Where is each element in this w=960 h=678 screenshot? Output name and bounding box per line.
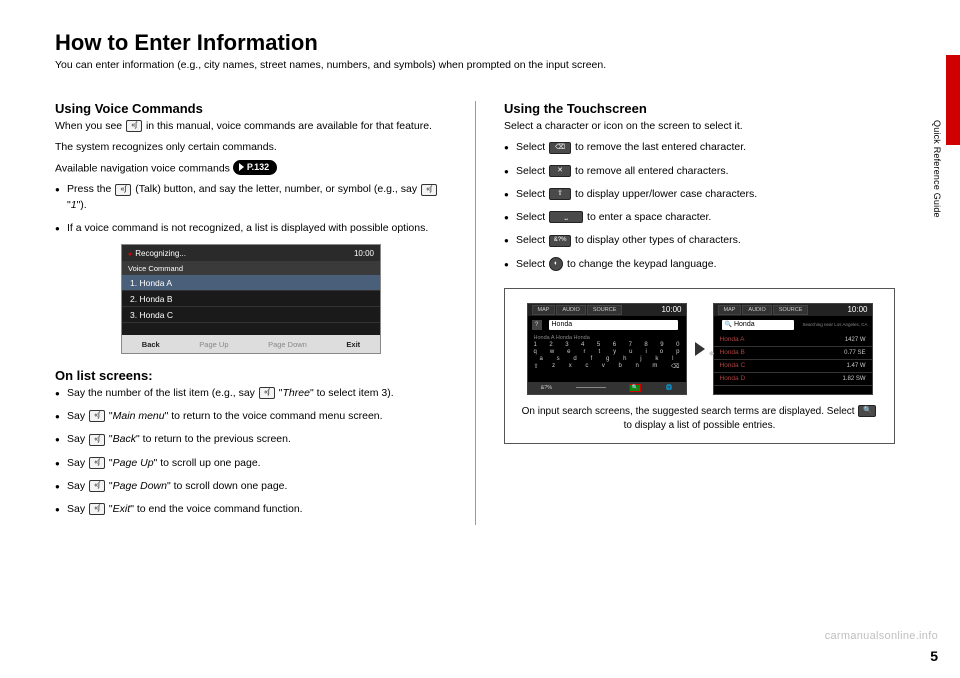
- watermark: carmanualsonline.info: [825, 630, 938, 642]
- talk-icon: «ʃ: [115, 184, 131, 196]
- globe-icon: ◐: [549, 257, 563, 271]
- talk-icon: «ʃ: [421, 184, 437, 196]
- touchscreen-figure: MAPAUDIOSOURCE 10:00 ? Honda Honda A Hon…: [504, 288, 895, 444]
- page-ref-link[interactable]: P.132: [233, 160, 277, 175]
- talk-icon: «ʃ: [89, 457, 105, 469]
- touch-bullet-6: Select ◐ to change the keypad language.: [504, 257, 895, 272]
- talk-icon: «ʃ: [259, 387, 275, 399]
- arrow-icon: [695, 342, 705, 356]
- page-title: How to Enter Information: [55, 30, 910, 56]
- talk-icon: «ʃ: [89, 503, 105, 515]
- voice-bullet-1: Press the «ʃ (Talk) button, and say the …: [55, 182, 447, 212]
- results-screenshot: ◆ MAPAUDIOSOURCE 10:00 🔍Honda Searching …: [713, 303, 873, 395]
- talk-icon: «ʃ: [89, 480, 105, 492]
- list-bullet-3: Say «ʃ "Back" to return to the previous …: [55, 432, 447, 447]
- list-bullet-4: Say «ʃ "Page Up" to scroll up one page.: [55, 456, 447, 471]
- talk-icon: «ʃ: [89, 410, 105, 422]
- clear-icon: ✕: [549, 165, 571, 177]
- voice-heading: Using Voice Commands: [55, 101, 447, 116]
- list-bullet-5: Say «ʃ "Page Down" to scroll down one pa…: [55, 479, 447, 494]
- vshot-row-3: 3. Honda C: [122, 307, 380, 323]
- symbols-icon: &?%: [549, 235, 571, 247]
- list-heading: On list screens:: [55, 368, 447, 383]
- delete-icon: ⌫: [549, 142, 571, 154]
- touch-bullet-3: Select ⇧ to display upper/lower case cha…: [504, 187, 895, 202]
- voice-line2a: The system recognizes only certain comma…: [55, 140, 447, 155]
- voice-line2b: Available navigation voice commands P.13…: [55, 160, 447, 177]
- touch-bullet-4: Select ⎵ to enter a space character.: [504, 210, 895, 225]
- shift-icon: ⇧: [549, 188, 571, 200]
- talk-icon: «ʃ: [89, 434, 105, 446]
- touch-intro: Select a character or icon on the screen…: [504, 119, 895, 134]
- list-bullet-2: Say «ʃ "Main menu" to return to the voic…: [55, 409, 447, 424]
- talk-icon: «ʃ: [126, 120, 142, 132]
- touch-heading: Using the Touchscreen: [504, 101, 895, 116]
- page-number: 5: [930, 648, 938, 664]
- vshot-row-1: 1. Honda A: [122, 275, 380, 291]
- figure-caption: On input search screens, the suggested s…: [517, 405, 882, 433]
- space-icon: ⎵: [549, 211, 583, 223]
- voice-command-screenshot: ●Recognizing... 10:00 Voice Command 1. H…: [121, 244, 381, 354]
- keyboard-screenshot: MAPAUDIOSOURCE 10:00 ? Honda Honda A Hon…: [527, 303, 687, 395]
- search-key-highlighted: 🔍: [629, 384, 642, 392]
- right-column: Using the Touchscreen Select a character…: [475, 101, 895, 525]
- touch-bullet-2: Select ✕ to remove all entered character…: [504, 164, 895, 179]
- search-icon: 🔍: [858, 405, 876, 417]
- touch-bullet-5: Select &?% to display other types of cha…: [504, 233, 895, 248]
- diamond-icon: ◆: [705, 346, 719, 360]
- left-column: Using Voice Commands When you see «ʃ in …: [55, 101, 475, 525]
- vshot-row-2: 2. Honda B: [122, 291, 380, 307]
- list-bullet-1: Say the number of the list item (e.g., s…: [55, 386, 447, 401]
- list-bullet-6: Say «ʃ "Exit" to end the voice command f…: [55, 502, 447, 517]
- voice-intro: When you see «ʃ in this manual, voice co…: [55, 119, 447, 134]
- page-subtitle: You can enter information (e.g., city na…: [55, 58, 910, 73]
- touch-bullet-1: Select ⌫ to remove the last entered char…: [504, 140, 895, 155]
- voice-bullet-2: If a voice command is not recognized, a …: [55, 221, 447, 236]
